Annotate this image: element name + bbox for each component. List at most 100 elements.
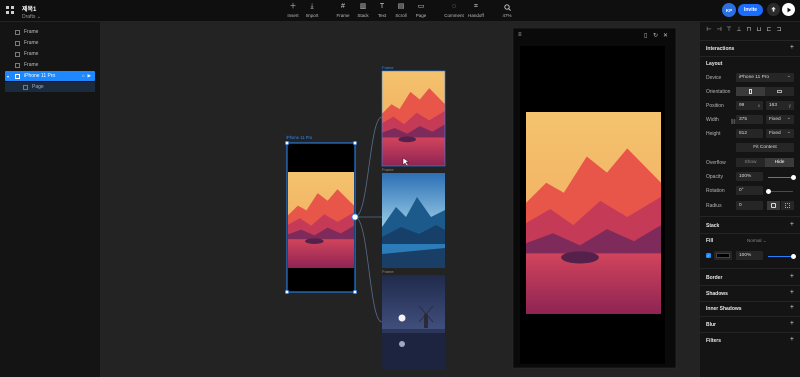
- align-left-icon[interactable]: ⊢: [706, 26, 712, 33]
- distribute-v-icon[interactable]: ⊐: [776, 26, 782, 33]
- frame-thumbnail[interactable]: [382, 173, 445, 268]
- opacity-slider[interactable]: [768, 175, 796, 180]
- device-frame-label[interactable]: iPhone 11 Pro: [286, 135, 312, 140]
- handoff-button[interactable]: ⌗ Handoff: [463, 3, 489, 18]
- opacity-input[interactable]: 100%: [736, 172, 763, 181]
- shadows-header[interactable]: Shadows: [706, 291, 728, 297]
- align-bottom-icon[interactable]: ⊏: [766, 26, 772, 33]
- home-icon[interactable]: ⌂: [82, 73, 85, 79]
- stack-header[interactable]: Stack: [706, 223, 719, 229]
- opacity-slider-knob[interactable]: [790, 175, 796, 180]
- zoom-button[interactable]: 47%: [494, 3, 520, 18]
- close-icon[interactable]: ✕: [663, 32, 668, 39]
- device-icon[interactable]: ▯: [644, 32, 647, 39]
- align-top-icon[interactable]: ⊓: [746, 26, 752, 33]
- layer-label: Frame: [24, 40, 39, 46]
- project-folder[interactable]: Drafts ⌄: [22, 14, 41, 20]
- layer-label: Frame: [24, 62, 39, 68]
- chevron-down-icon[interactable]: ▾: [7, 74, 9, 79]
- layer-label: Frame: [24, 51, 39, 57]
- add-blur-icon[interactable]: +: [790, 320, 794, 327]
- width-mode-select[interactable]: Fixed: [766, 115, 794, 124]
- radius-label: Radius: [706, 203, 722, 209]
- frame-label[interactable]: Frame: [382, 65, 394, 70]
- fill-enabled-checkbox[interactable]: ✓: [706, 253, 711, 258]
- radius-uniform-button[interactable]: [767, 201, 780, 210]
- align-middle-icon[interactable]: ⊔: [756, 26, 762, 33]
- landscape-button[interactable]: [765, 87, 794, 96]
- fit-content-button[interactable]: Fit Content: [736, 143, 794, 152]
- fill-opacity-slider[interactable]: [768, 254, 796, 259]
- iphone-frame[interactable]: [285, 141, 359, 294]
- add-stack-icon[interactable]: +: [790, 221, 794, 228]
- publish-button[interactable]: [767, 3, 780, 16]
- layer-frame[interactable]: Frame: [5, 38, 95, 48]
- frame-label[interactable]: Frame: [382, 167, 394, 172]
- fill-opacity-slider-knob[interactable]: [790, 254, 796, 259]
- preview-button[interactable]: [782, 3, 795, 16]
- layer-frame[interactable]: Frame: [5, 49, 95, 59]
- interactions-header[interactable]: Interactions: [706, 46, 734, 52]
- height-input[interactable]: 812: [736, 129, 763, 138]
- frame-label[interactable]: Frame: [382, 269, 394, 274]
- rotation-input[interactable]: 0°: [736, 186, 763, 195]
- radius-input[interactable]: 0: [736, 201, 763, 210]
- frame-thumbnail[interactable]: [382, 275, 445, 370]
- canvas[interactable]: iPhone 11 Pro Frame Frame Frame ≡ ▯ ↻ ✕: [101, 22, 699, 377]
- position-x-input[interactable]: 99 x: [736, 101, 763, 110]
- border-header[interactable]: Border: [706, 275, 722, 281]
- add-inner-shadow-icon[interactable]: +: [790, 304, 794, 311]
- fill-color-swatch[interactable]: [714, 251, 732, 260]
- width-input[interactable]: 375: [736, 115, 763, 124]
- layer-label: Page: [32, 84, 44, 90]
- y-suffix: y: [788, 103, 791, 108]
- import-button[interactable]: ⤓ Import: [299, 3, 325, 18]
- radius-individual-button[interactable]: [781, 201, 794, 210]
- project-title-block[interactable]: 제목1 Drafts ⌄: [22, 4, 41, 20]
- layer-page[interactable]: Page: [5, 82, 95, 92]
- play-icon[interactable]: ▶: [88, 73, 91, 79]
- height-mode-select[interactable]: Fixed: [766, 129, 794, 138]
- fill-color-chip: [716, 253, 730, 258]
- insert-label: Insert: [287, 13, 299, 18]
- fill-opacity-input[interactable]: 100%: [736, 251, 763, 260]
- position-y-input[interactable]: 163 y: [766, 101, 794, 110]
- opacity-label: Opacity: [706, 174, 723, 180]
- rotation-slider-knob[interactable]: [765, 189, 771, 194]
- portrait-button[interactable]: [736, 87, 765, 96]
- menu-icon[interactable]: [6, 6, 14, 14]
- rotation-slider[interactable]: [765, 189, 793, 194]
- fill-header: Fill: [706, 238, 714, 244]
- align-right-icon[interactable]: ⊤: [726, 26, 732, 33]
- filters-header[interactable]: Filters: [706, 338, 721, 344]
- inner-shadows-header[interactable]: Inner Shadows: [706, 306, 742, 312]
- blur-header[interactable]: Blur: [706, 322, 716, 328]
- device-select[interactable]: iPhone 11 Pro: [736, 73, 794, 82]
- overflow-hide-button[interactable]: Hide: [765, 158, 794, 167]
- frame-thumbnail[interactable]: [381, 70, 446, 167]
- stack-icon: ▥: [359, 3, 367, 10]
- refresh-icon[interactable]: ↻: [653, 32, 658, 39]
- add-interaction-icon[interactable]: +: [790, 44, 794, 51]
- landscape-icon: [777, 90, 782, 93]
- rotation-label: Rotation: [706, 188, 725, 194]
- device-label: Device: [706, 75, 722, 81]
- hamburger-icon[interactable]: ≡: [518, 32, 522, 38]
- avatar[interactable]: KP: [722, 3, 736, 17]
- add-shadow-icon[interactable]: +: [790, 289, 794, 296]
- layer-frame[interactable]: Frame: [5, 60, 95, 70]
- blend-mode-select[interactable]: Normal ⌄: [747, 238, 767, 244]
- text-icon: T: [379, 3, 385, 10]
- invite-button[interactable]: Invite: [738, 4, 763, 16]
- overflow-show-button[interactable]: Show: [736, 158, 765, 167]
- add-filter-icon[interactable]: +: [790, 336, 794, 343]
- add-border-icon[interactable]: +: [790, 273, 794, 280]
- page-tool-button[interactable]: ▭ Page: [408, 3, 434, 18]
- width-label: Width: [706, 117, 719, 123]
- layer-frame[interactable]: Frame: [5, 27, 95, 37]
- preview-window[interactable]: [512, 27, 677, 369]
- distribute-h-icon[interactable]: ⊥: [736, 26, 742, 33]
- align-center-h-icon[interactable]: ⊣: [716, 26, 722, 33]
- layer-iphone-11-pro[interactable]: ▾ iPhone 11 Pro ⌂ ▶: [5, 71, 95, 81]
- search-icon: [503, 3, 511, 11]
